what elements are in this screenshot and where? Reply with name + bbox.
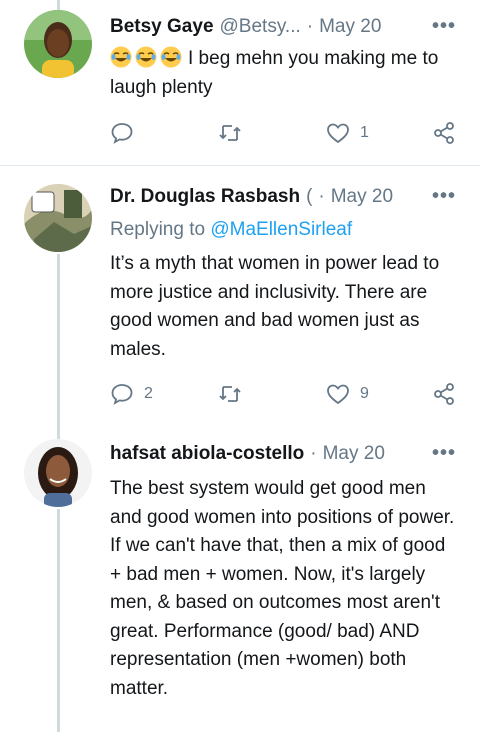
tweet-text: I beg mehn you making me to laugh plenty [110, 45, 460, 102]
avatar[interactable] [24, 439, 92, 507]
retweet-button[interactable] [218, 118, 252, 148]
separator-dot: · [306, 16, 314, 37]
tweet-date[interactable]: May 20 [323, 443, 385, 465]
avatar[interactable] [24, 10, 92, 78]
author-handle[interactable]: @Betsy... [220, 16, 301, 38]
author-name[interactable]: Dr. Douglas Rasbash [110, 186, 300, 208]
tweet-text: The best system would get good men and g… [110, 478, 455, 699]
tweet-douglas[interactable]: Dr. Douglas Rasbash ( · May 20 ••• Reply… [0, 166, 480, 425]
retweet-icon [219, 125, 241, 141]
separator-dot: · [310, 443, 317, 464]
emoji-group [110, 46, 182, 68]
share-icon [434, 122, 454, 144]
reply-button[interactable] [110, 118, 144, 148]
tweet-date[interactable]: May 20 [331, 186, 393, 208]
author-name[interactable]: hafsat abiola-costello [110, 443, 304, 465]
emoji-laugh-icon [160, 46, 182, 68]
tweet-text: It’s a myth that women in power lead to … [110, 253, 440, 360]
emoji-laugh-icon [135, 46, 157, 68]
more-icon[interactable]: ••• [430, 15, 458, 38]
author-handle[interactable]: ( [306, 186, 312, 208]
share-button[interactable] [432, 379, 456, 409]
replying-mention-link[interactable]: @MaEllenSirleaf [210, 219, 352, 240]
like-icon [327, 123, 349, 144]
tweet-betsy[interactable]: Betsy Gaye @Betsy... · May 20 ••• I beg … [0, 0, 480, 165]
reply-icon [111, 123, 133, 144]
thread-line [57, 509, 60, 732]
more-icon[interactable]: ••• [430, 185, 458, 208]
more-icon[interactable]: ••• [430, 442, 458, 465]
action-bar: 2 9 [110, 379, 460, 409]
share-icon [434, 383, 454, 405]
reply-count: 2 [144, 385, 153, 402]
thread-line [57, 425, 60, 439]
share-button[interactable] [432, 118, 456, 148]
like-button[interactable]: 1 [326, 118, 369, 148]
reply-button[interactable]: 2 [110, 379, 153, 409]
thread-line [57, 254, 60, 425]
author-name[interactable]: Betsy Gaye [110, 16, 214, 38]
like-button[interactable]: 9 [326, 379, 369, 409]
emoji-laugh-icon [110, 46, 132, 68]
separator-dot: · [318, 186, 325, 207]
like-icon [327, 384, 349, 405]
replying-to: Replying to @MaEllenSirleaf [110, 219, 352, 241]
like-count: 9 [360, 385, 369, 402]
replying-prefix: Replying to [110, 219, 206, 240]
action-bar: 1 [110, 118, 460, 148]
reply-icon [111, 384, 133, 405]
retweet-icon [219, 386, 241, 402]
retweet-button[interactable] [218, 379, 252, 409]
tweet-hafsat[interactable]: hafsat abiola-costello · May 20 ••• The … [0, 425, 480, 732]
tweet-date[interactable]: May 20 [319, 16, 381, 38]
avatar[interactable] [24, 184, 92, 252]
like-count: 1 [360, 124, 369, 141]
